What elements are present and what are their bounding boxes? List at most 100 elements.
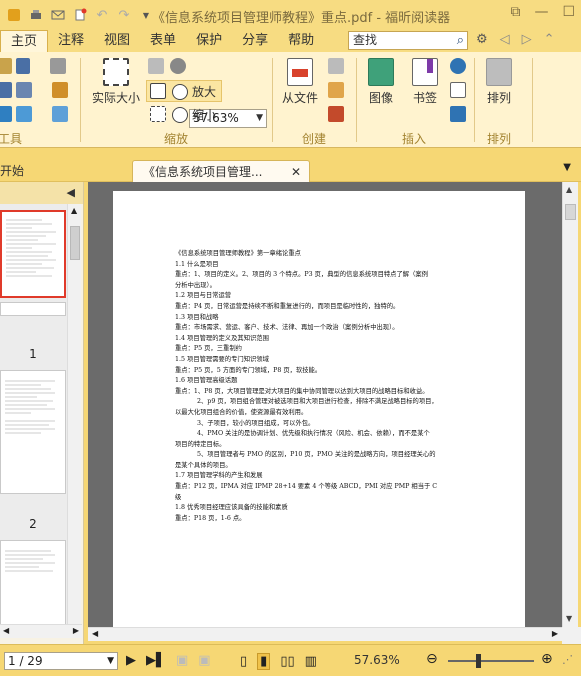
zoom-out-icon [172, 106, 188, 123]
maximize-icon[interactable]: ☐ [562, 4, 575, 20]
facing-page-icon[interactable]: ▯▯ [280, 654, 294, 669]
last-page-icon[interactable]: ▶▌ [146, 653, 166, 668]
bookmark-button[interactable]: 书签 [412, 58, 438, 106]
scrollbar-thumb[interactable] [565, 204, 576, 220]
text-line: 1.2 项目与日常运营 [175, 292, 232, 300]
zoom-in-button[interactable]: 放大 [172, 83, 216, 100]
fit-visible-icon[interactable] [150, 106, 166, 122]
zoom-slider[interactable] [448, 660, 534, 662]
zoom-in-icon[interactable]: ⊕ [541, 651, 553, 667]
forward-icon[interactable]: ▷ [522, 32, 532, 47]
tab-protect[interactable]: 保护 [186, 30, 232, 52]
new-icon[interactable] [72, 7, 88, 23]
search-input[interactable]: 查找 ⌕ [348, 31, 468, 50]
zoom-out-icon[interactable]: ⊖ [426, 651, 438, 667]
thumbnail-list[interactable]: 1 2 [0, 204, 68, 624]
scroll-down-icon[interactable]: ▼ [566, 614, 572, 623]
tab-help[interactable]: 帮助 [278, 30, 324, 52]
redo-icon[interactable]: ↷ [116, 7, 132, 23]
previous-view-icon[interactable]: ▣ [176, 653, 188, 668]
zoom-slider-handle[interactable] [476, 654, 481, 668]
zoom-out-button[interactable]: 缩小 [172, 106, 216, 123]
tab-comment[interactable]: 注释 [48, 30, 94, 52]
fit-page-icon[interactable] [150, 83, 166, 99]
document-hscrollbar[interactable]: ◀ ▶ [88, 627, 562, 641]
tab-share[interactable]: 分享 [232, 30, 278, 52]
next-page-icon[interactable]: ▶ [126, 653, 136, 668]
scroll-up-icon[interactable]: ▲ [566, 185, 572, 194]
clip-icon[interactable] [52, 82, 68, 98]
scroll-up-icon[interactable]: ▲ [71, 206, 77, 215]
edit-tool-row[interactable] [0, 106, 68, 122]
mail-icon[interactable] [50, 7, 66, 23]
document-vscrollbar[interactable]: ▲ ▼ [562, 182, 578, 627]
document-view[interactable]: 《信息系统项目管理师教程》第一章绪论重点 1.1 什么是项目 重点：1、项目的定… [88, 182, 562, 627]
thumbnail-page[interactable] [0, 540, 66, 624]
continuous-page-icon[interactable]: ▮ [257, 653, 271, 670]
attachment-icon[interactable] [450, 82, 466, 98]
edit-icon[interactable] [16, 106, 32, 122]
video-icon[interactable] [450, 106, 466, 122]
link-icon[interactable] [450, 58, 466, 74]
search-icon[interactable]: ⌕ [457, 32, 464, 49]
print-icon[interactable] [28, 7, 44, 23]
single-page-icon[interactable]: ▯ [240, 654, 247, 669]
undo-icon[interactable]: ↶ [94, 7, 110, 23]
scroll-right-icon[interactable]: ▶ [73, 626, 79, 635]
separator [356, 58, 357, 142]
tab-view[interactable]: 视图 [94, 30, 140, 52]
zoom-tool-icon[interactable] [170, 58, 186, 74]
settings-icon[interactable]: ⚙ [476, 32, 488, 47]
hand-tool-row[interactable] [0, 58, 66, 74]
pdf-page[interactable]: 《信息系统项目管理师教程》第一章绪论重点 1.1 什么是项目 重点：1、项目的定… [113, 191, 525, 627]
restore-icon[interactable]: ⧉ [510, 4, 520, 20]
text-select-icon[interactable] [16, 58, 30, 74]
thumbnail-page[interactable] [0, 210, 66, 298]
text-tool-row[interactable] [0, 82, 68, 98]
text-line: 重点：P5 页，5 方面的专门领域，P8 页，软技能。 [175, 366, 322, 374]
image-button[interactable]: 图像 [368, 58, 394, 106]
tab-list-icon[interactable]: ▼ [563, 162, 571, 173]
tab-document[interactable]: 《信息系统项目管理... ✕ [132, 160, 310, 182]
typewriter-icon[interactable] [52, 106, 68, 122]
text-line: 1.1 什么是项目 [175, 260, 219, 268]
thumbnail-page[interactable] [0, 370, 66, 494]
minimize-icon[interactable]: — [534, 4, 548, 20]
collapse-icon[interactable]: ⌃ [544, 32, 555, 47]
actual-size-button[interactable]: 实际大小 [92, 58, 140, 106]
blank-page-icon[interactable] [328, 106, 344, 122]
page-number-field[interactable]: 1 / 29 ▼ [4, 652, 118, 670]
tab-start[interactable]: 开始 [0, 160, 90, 182]
close-tab-icon[interactable]: ✕ [291, 161, 301, 183]
collapse-panel-icon[interactable]: ◀ [67, 186, 75, 199]
thumbnail-hscrollbar[interactable]: ◀ ▶ [0, 624, 82, 638]
scrollbar-thumb[interactable] [70, 226, 80, 260]
continuous-facing-icon[interactable]: ▥ [305, 654, 317, 669]
scroll-left-icon[interactable]: ◀ [3, 626, 9, 635]
tab-home[interactable]: 主页 [0, 30, 49, 52]
scroll-right-icon[interactable]: ▶ [552, 629, 558, 638]
back-icon[interactable]: ◁ [500, 32, 510, 47]
clipboard-icon[interactable] [16, 82, 32, 98]
arrange-button[interactable]: 排列 [486, 58, 512, 106]
page-layout-controls: ▯ ▮ ▯▯ ▥ [240, 653, 317, 670]
from-file-button[interactable]: 从文件 [282, 58, 318, 106]
text-line: 重点：P4 页，日常运营是持续不断和重复进行的，而项目是临时性的，独特的。 [175, 302, 400, 310]
pdf-file-icon [287, 58, 313, 86]
next-view-icon[interactable]: ▣ [198, 653, 210, 668]
resize-grip-icon[interactable]: ⋰ [562, 653, 573, 666]
combine-icon[interactable] [328, 58, 344, 74]
thumbnail-scrollbar[interactable]: ▲ [67, 204, 81, 624]
hand-icon [0, 58, 12, 74]
scan-icon[interactable] [328, 82, 344, 98]
pointer-icon [0, 106, 12, 122]
tab-form[interactable]: 表单 [140, 30, 186, 52]
text-line: 重点：P18 页，1-6 点。 [175, 514, 246, 522]
text-line: 重点：P5 页，三重制约 [175, 345, 242, 353]
tab-document-label: 《信息系统项目管理... [143, 165, 263, 179]
arrange-icon [486, 58, 512, 86]
scroll-left-icon[interactable]: ◀ [92, 629, 98, 638]
group-label-tools: 工具 [0, 132, 23, 146]
snapshot-icon[interactable] [50, 58, 66, 74]
fit-width-icon[interactable] [148, 58, 164, 74]
